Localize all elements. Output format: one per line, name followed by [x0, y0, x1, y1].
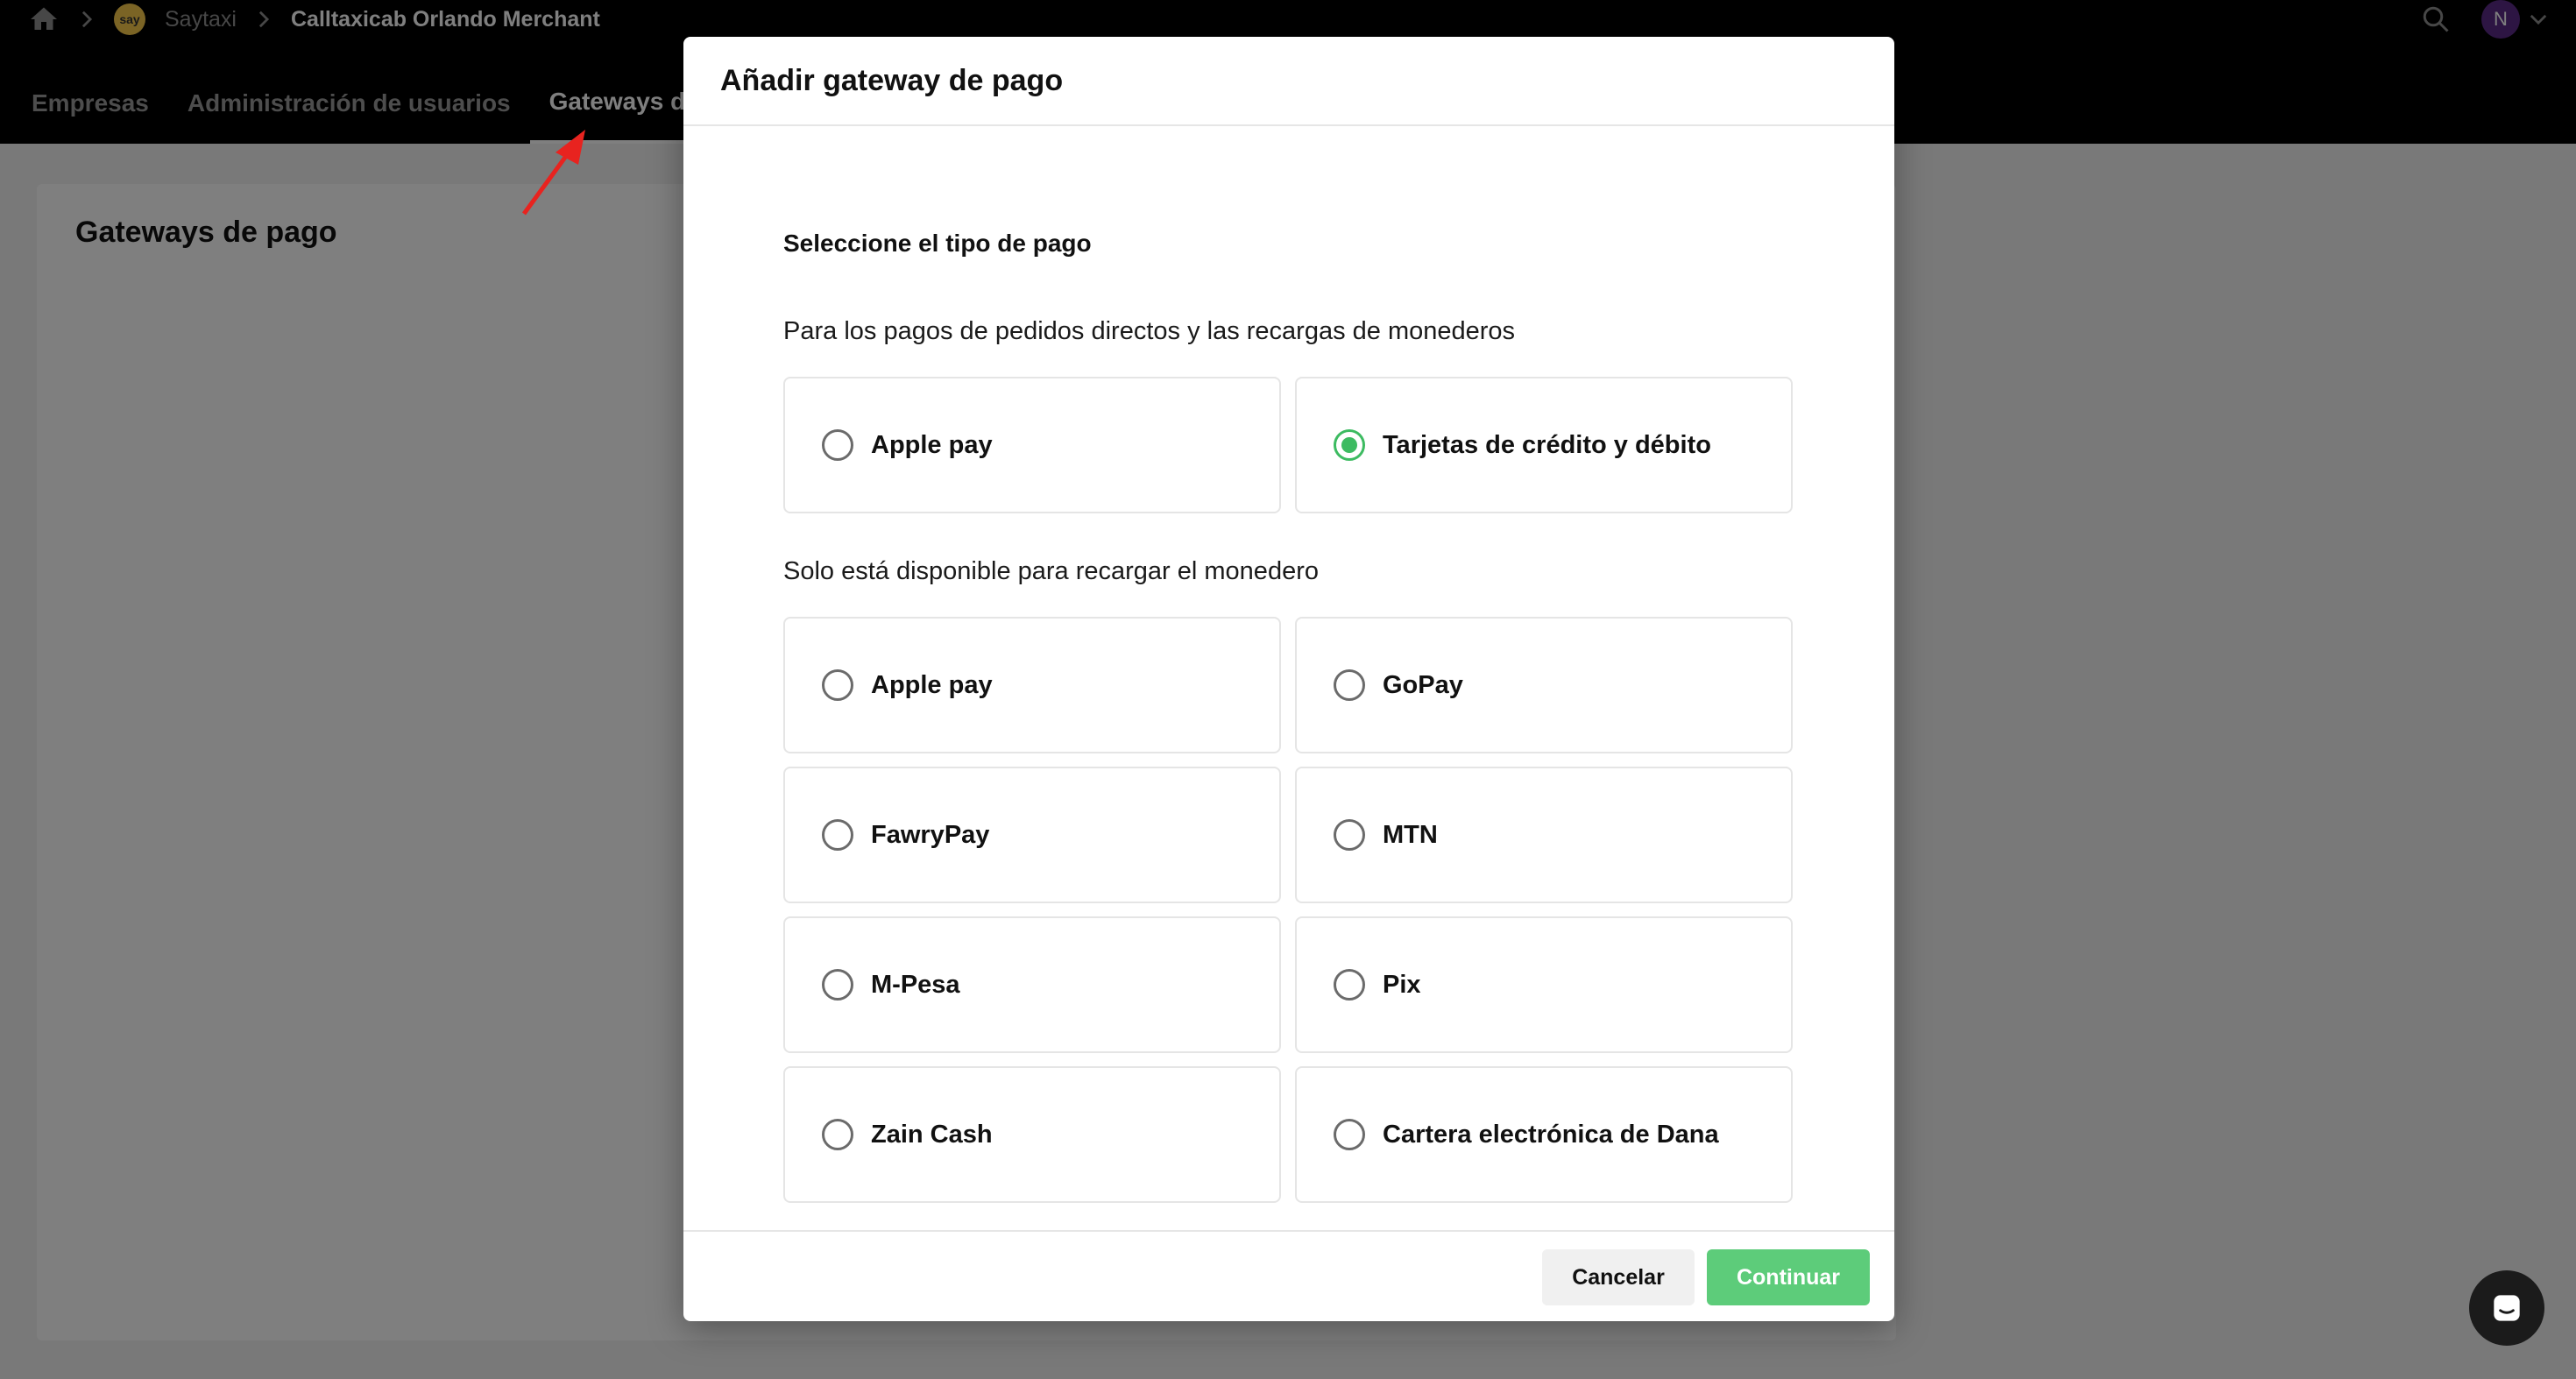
option-cards[interactable]: Tarjetas de crédito y débito	[1295, 377, 1793, 513]
option-apple-pay-direct[interactable]: Apple pay	[783, 377, 1281, 513]
option-gopay[interactable]: GoPay	[1295, 617, 1793, 753]
option-label: Tarjetas de crédito y débito	[1383, 430, 1711, 459]
radio-unchecked-icon[interactable]	[1334, 1119, 1365, 1150]
dialog-title: Añadir gateway de pago	[720, 63, 1064, 97]
radio-checked-icon[interactable]	[1334, 429, 1365, 461]
direct-options: Apple pay Tarjetas de crédito y débito	[783, 377, 1794, 513]
dialog-header: Añadir gateway de pago	[683, 37, 1894, 126]
dialog-footer: Cancelar Continuar	[683, 1230, 1894, 1321]
option-label: Cartera electrónica de Dana	[1383, 1120, 1719, 1149]
direct-payments-label: Para los pagos de pedidos directos y las…	[783, 317, 1516, 345]
wallet-options: Apple pay GoPay FawryPay MTN M-Pesa Pix	[783, 617, 1794, 1203]
radio-unchecked-icon[interactable]	[822, 669, 853, 701]
radio-unchecked-icon[interactable]	[822, 429, 853, 461]
option-label: Apple pay	[871, 430, 993, 459]
option-label: Apple pay	[871, 670, 993, 699]
option-zain-cash[interactable]: Zain Cash	[783, 1066, 1281, 1203]
option-label: MTN	[1383, 820, 1438, 849]
select-type-label: Seleccione el tipo de pago	[783, 230, 1092, 257]
option-label: Pix	[1383, 970, 1421, 999]
option-label: M-Pesa	[871, 970, 960, 999]
radio-unchecked-icon[interactable]	[822, 969, 853, 1001]
radio-unchecked-icon[interactable]	[822, 819, 853, 851]
option-fawrypay[interactable]: FawryPay	[783, 767, 1281, 903]
cancel-button[interactable]: Cancelar	[1542, 1249, 1695, 1305]
radio-unchecked-icon[interactable]	[1334, 969, 1365, 1001]
chat-icon	[2494, 1295, 2520, 1321]
add-gateway-dialog: Añadir gateway de pago Seleccione el tip…	[683, 37, 1894, 1321]
radio-unchecked-icon[interactable]	[1334, 819, 1365, 851]
wallet-only-label: Solo está disponible para recargar el mo…	[783, 557, 1319, 585]
radio-unchecked-icon[interactable]	[822, 1119, 853, 1150]
option-mtn[interactable]: MTN	[1295, 767, 1793, 903]
option-label: FawryPay	[871, 820, 990, 849]
continue-button[interactable]: Continuar	[1707, 1249, 1870, 1305]
option-dana-wallet[interactable]: Cartera electrónica de Dana	[1295, 1066, 1793, 1203]
option-label: GoPay	[1383, 670, 1463, 699]
chat-launcher[interactable]	[2469, 1270, 2544, 1346]
annotation-arrow	[521, 130, 585, 216]
option-apple-pay-wallet[interactable]: Apple pay	[783, 617, 1281, 753]
radio-unchecked-icon[interactable]	[1334, 669, 1365, 701]
option-m-pesa[interactable]: M-Pesa	[783, 916, 1281, 1053]
option-label: Zain Cash	[871, 1120, 993, 1149]
option-pix[interactable]: Pix	[1295, 916, 1793, 1053]
